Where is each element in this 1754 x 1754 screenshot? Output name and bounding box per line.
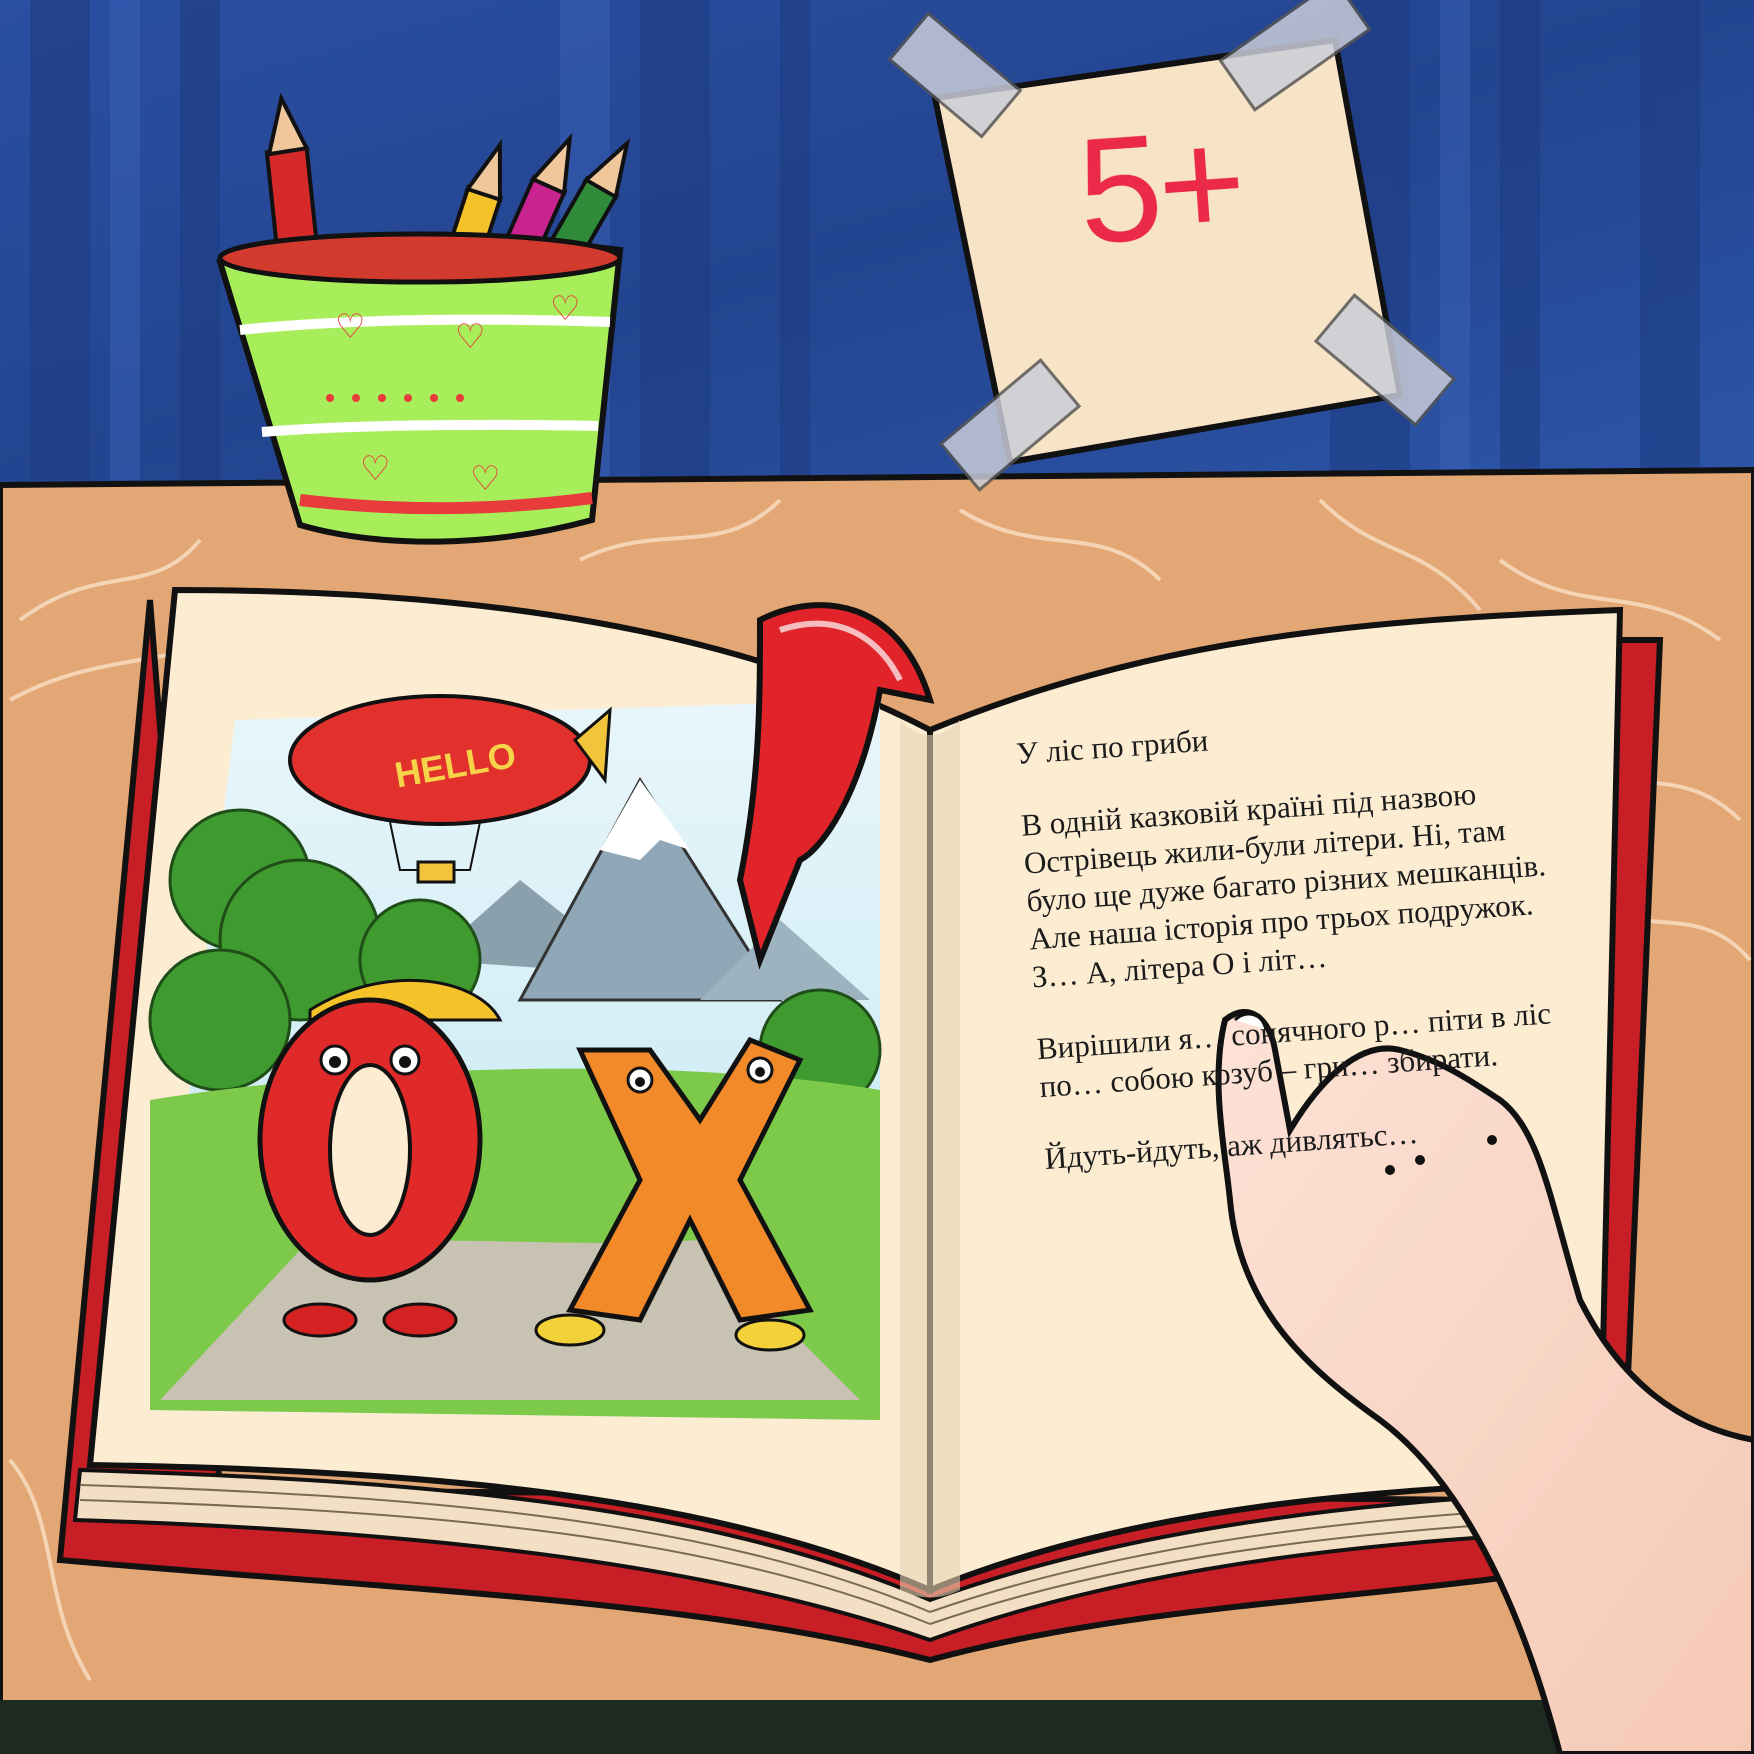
svg-text:♡: ♡ [335, 307, 365, 347]
svg-text:♡: ♡ [470, 459, 500, 499]
story-paragraph-1: В одній казковій країні під назвою Острі… [1020, 776, 1547, 995]
story-paragraph-3: Йдуть-йдуть, аж дивлятьс… [1043, 1114, 1420, 1176]
story-text: У ліс по гриби В одній казковій країні п… [1015, 697, 1608, 1433]
scene: ♡ ♡ ♡ ♡ ♡ HELLO 5+ У ліс по гриби В одні… [0, 0, 1754, 1754]
svg-text:♡: ♡ [455, 317, 485, 357]
svg-text:♡: ♡ [550, 289, 580, 329]
grade-label: 5+ [1072, 96, 1248, 276]
story-paragraph-2: Вирішили я… сонячного р… піти в ліс по… … [1035, 995, 1553, 1105]
svg-text:♡: ♡ [360, 449, 390, 489]
